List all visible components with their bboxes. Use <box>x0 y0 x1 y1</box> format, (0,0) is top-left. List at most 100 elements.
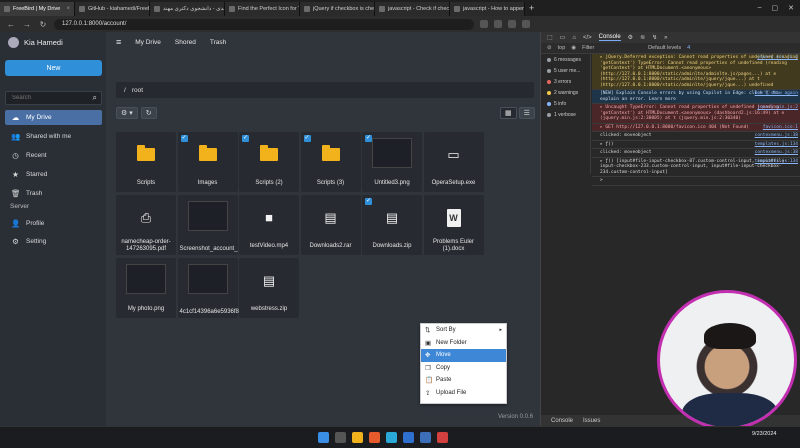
clear-console-icon[interactable]: ⊘ <box>547 45 552 51</box>
filter-input[interactable]: Filter <box>582 45 642 51</box>
file-tile[interactable]: ■ testVideo.mp4 <box>239 195 299 255</box>
console-source-link[interactable]: contexmenu.js:38 <box>755 150 798 156</box>
firefox-icon[interactable] <box>369 432 380 443</box>
menu-item-copy[interactable]: ❐ Copy <box>421 362 506 375</box>
reload-icon[interactable]: ↻ <box>38 20 48 29</box>
profile-icon[interactable] <box>508 20 516 28</box>
file-tile[interactable]: ▤ webstress.zip <box>239 258 299 318</box>
browser-tab[interactable]: کیا حامدی - دانشجوی دکتری مهند× <box>150 2 225 16</box>
edge-icon[interactable] <box>386 432 397 443</box>
favorites-icon[interactable] <box>480 20 488 28</box>
drawer-tab-console[interactable]: Console <box>551 418 573 424</box>
extensions-icon[interactable] <box>494 20 502 28</box>
console-filter-item[interactable]: 3 errors <box>541 76 590 87</box>
file-tile[interactable]: ⎙ namecheap-order-147263095.pdf <box>116 195 176 255</box>
more-options-icon[interactable] <box>522 20 530 28</box>
sidebar-item-recent[interactable]: ◷ Recent <box>5 148 102 163</box>
inspect-icon[interactable]: ⬚ <box>547 34 553 41</box>
eye-icon[interactable]: ◉ <box>571 45 576 51</box>
console-source-link[interactable]: templates.js:134 <box>755 142 798 148</box>
more-tools-icon[interactable]: » <box>664 35 667 41</box>
menu-item-sort-by[interactable]: ⇅ Sort By ▸ <box>421 324 506 337</box>
checkbox-checked[interactable]: ✓ <box>180 135 188 142</box>
console-source-link[interactable]: jquery.min.js:2 <box>757 105 798 111</box>
file-tile[interactable]: ✓ Scripts (3) <box>300 132 361 192</box>
file-tile[interactable]: ✓ Images <box>177 132 238 192</box>
menu-item-move[interactable]: ✥ Move <box>421 349 506 362</box>
checkbox-checked[interactable]: ✓ <box>242 135 249 142</box>
grid-view-button[interactable]: ▦ <box>500 107 517 119</box>
home-icon[interactable]: ⌂ <box>572 35 576 41</box>
menu-item-paste[interactable]: 📋 Paste <box>421 374 506 387</box>
close-icon[interactable]: × <box>66 6 70 12</box>
task-view-icon[interactable] <box>335 432 346 443</box>
drawer-tab-issues[interactable]: Issues <box>583 418 600 424</box>
checkbox-checked[interactable]: ✓ <box>365 198 372 205</box>
tab-console[interactable]: Console <box>598 34 621 41</box>
checkbox-checked[interactable]: ✓ <box>365 135 372 142</box>
file-tile[interactable]: ✓ Untitled3.png <box>362 132 422 192</box>
file-tile[interactable]: 4c1cf14396a6e5936f8 <box>177 258 239 318</box>
file-tile[interactable]: W Problems Euler (1).docx <box>423 195 484 255</box>
browser-tab[interactable]: jQuery if checkbox is checked× <box>300 2 375 16</box>
back-icon[interactable]: ← <box>6 20 16 29</box>
top-nav-my-drive[interactable]: My Drive <box>135 39 161 46</box>
maximize-icon[interactable]: ▢ <box>772 4 779 12</box>
file-tile[interactable]: ▭ OperaSetup.exe <box>423 132 484 192</box>
console-filter-item[interactable]: 1 verbose <box>541 109 590 120</box>
console-source-link[interactable]: templates.js:134 <box>755 159 798 165</box>
sidebar-item-starred[interactable]: ★ Starred <box>5 167 102 182</box>
url-field[interactable]: 127.0.0.1:8000/account/ <box>54 18 474 30</box>
console-source-link[interactable]: jquery.min.js:2 <box>757 55 798 61</box>
search-input[interactable] <box>10 94 90 102</box>
close-window-icon[interactable]: ✕ <box>788 4 794 12</box>
new-tab-icon[interactable]: + <box>529 3 534 13</box>
console-source-link[interactable]: favicon.ico:1 <box>763 125 798 131</box>
forward-icon[interactable]: → <box>22 20 32 29</box>
new-button[interactable]: New <box>5 60 102 76</box>
list-view-button[interactable]: ☰ <box>518 107 535 119</box>
top-nav-shared[interactable]: Shored <box>175 39 196 46</box>
sidebar-item-profile[interactable]: 👤 Profile <box>5 216 102 231</box>
device-icon[interactable]: ▭ <box>560 34 566 41</box>
menu-item-new-folder[interactable]: ▣ New Folder <box>421 337 506 350</box>
start-icon[interactable] <box>318 432 329 443</box>
sidebar-item-shared-with-me[interactable]: 👥 Shared with me <box>5 129 102 144</box>
minimize-icon[interactable]: – <box>758 4 762 12</box>
elements-icon[interactable]: </> <box>583 35 592 41</box>
sidebar-item-trash[interactable]: 🗑 Trash <box>5 186 102 201</box>
search-icon[interactable]: ⌕ <box>93 93 97 103</box>
network-icon[interactable]: ≋ <box>640 34 645 41</box>
console-filter-item[interactable]: 2 warnings <box>541 87 590 98</box>
file-tile[interactable]: ▤ Downloads2.rar <box>300 195 361 255</box>
performance-icon[interactable]: ↯ <box>652 34 657 41</box>
sidebar-item-setting[interactable]: ⚙ Setting <box>5 234 102 249</box>
browser-tab[interactable]: FreeBird | My Drive × <box>0 2 75 16</box>
hamburger-icon[interactable]: ≡ <box>116 37 121 47</box>
terminal-icon[interactable] <box>420 432 431 443</box>
settings-dropdown-button[interactable]: ⚙ ▾ <box>116 107 138 119</box>
levels-select[interactable]: Default levels <box>648 45 681 51</box>
file-tile[interactable]: Screenshot_account_ <box>177 195 238 255</box>
browser-tab[interactable]: javascript - How to append som× <box>450 2 525 16</box>
console-filter-item[interactable]: 5 info <box>541 98 590 109</box>
top-nav-trash[interactable]: Trash <box>210 39 226 46</box>
issues-badge[interactable]: 4 <box>687 45 690 51</box>
file-tile[interactable]: My photo.png <box>116 258 176 318</box>
checkbox-checked[interactable]: ✓ <box>303 135 311 142</box>
console-source-link[interactable]: contexmenu.js:38 <box>755 133 798 139</box>
sources-icon[interactable]: ⚙ <box>628 34 633 41</box>
console-source-link[interactable]: Don't show again <box>755 91 798 97</box>
context-select[interactable]: top <box>558 45 566 51</box>
app-icon[interactable] <box>437 432 448 443</box>
file-tile[interactable]: ✓ Scripts (2) <box>239 132 299 192</box>
user-panel[interactable]: Kia Hamedi <box>0 32 106 52</box>
file-tile[interactable]: ▤ ✓ Downloads.zip <box>362 195 422 255</box>
breadcrumb-root[interactable]: root <box>132 87 143 94</box>
browser-tab[interactable]: Find the Perfect Icon for Your F× <box>225 2 300 16</box>
menu-item-upload-file[interactable]: ⇪ Upload File <box>421 387 506 400</box>
console-filter-item[interactable]: 6 messages <box>541 54 590 65</box>
console-filter-item[interactable]: 5 user me... <box>541 65 590 76</box>
file-tile[interactable]: Scripts <box>116 132 176 192</box>
browser-tab[interactable]: javascript - Check if checkbox is× <box>375 2 450 16</box>
